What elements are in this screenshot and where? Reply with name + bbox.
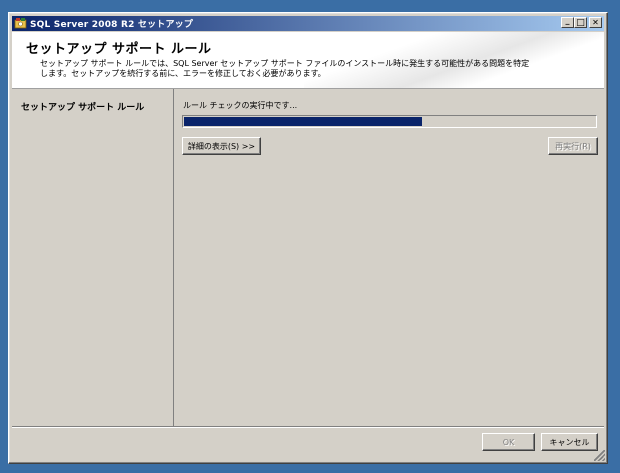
footer-divider [12, 426, 604, 428]
sidebar-item-setup-support-rules[interactable]: セットアップ サポート ルール [21, 100, 144, 113]
minimize-button[interactable]: _ [561, 15, 574, 28]
title-bar[interactable]: SQL Server 2008 R2 セットアップ _ □ ✕ [12, 16, 604, 31]
resize-grip[interactable] [594, 450, 605, 461]
progress-fill [184, 117, 422, 126]
main-panel: ルール チェックの実行中です... 詳細の表示(S) >> 再実行(R) [175, 89, 605, 426]
cancel-button[interactable]: キャンセル [541, 433, 598, 451]
maximize-icon: □ [576, 17, 585, 28]
rerun-button[interactable]: 再実行(R) [548, 137, 598, 155]
minimize-icon: _ [565, 15, 570, 25]
sql-server-setup-icon [14, 17, 27, 30]
window-title: SQL Server 2008 R2 セットアップ [30, 20, 194, 30]
sidebar: セットアップ サポート ルール [12, 89, 174, 426]
close-icon: ✕ [592, 17, 599, 27]
title-buttons: _ □ ✕ [561, 15, 602, 28]
page-header: セットアップ サポート ルール セットアップ サポート ルールでは、SQL Se… [12, 32, 604, 89]
setup-window: SQL Server 2008 R2 セットアップ _ □ ✕ セットアップ サ… [8, 12, 608, 464]
ok-button[interactable]: OK [482, 433, 535, 451]
progress-bar [182, 115, 597, 128]
close-button[interactable]: ✕ [589, 17, 602, 28]
status-text: ルール チェックの実行中です... [183, 101, 298, 110]
page-description: セットアップ サポート ルールでは、SQL Server セットアップ サポート… [40, 59, 530, 78]
show-details-button[interactable]: 詳細の表示(S) >> [182, 137, 261, 155]
maximize-button[interactable]: □ [574, 17, 587, 28]
page-title: セットアップ サポート ルール [26, 42, 212, 57]
